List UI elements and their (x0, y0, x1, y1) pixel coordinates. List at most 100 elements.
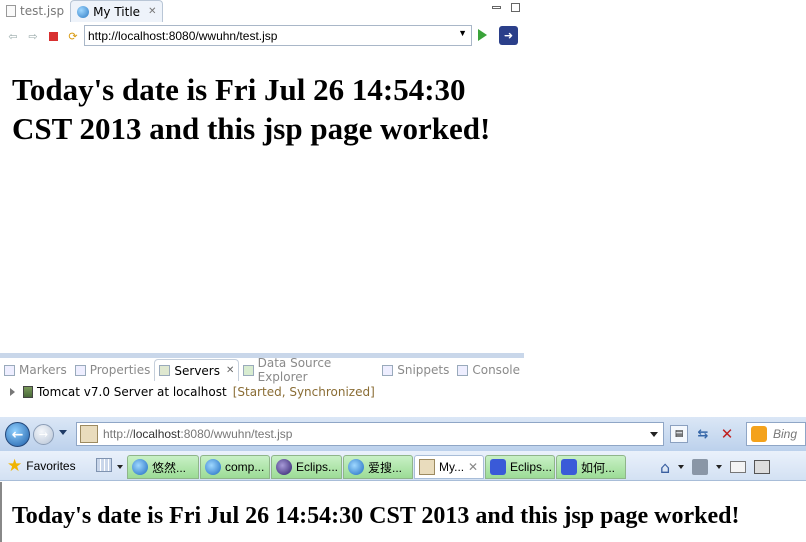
ie-tab-label: 如何... (581, 460, 616, 475)
back-button[interactable]: ← (5, 422, 30, 447)
bing-icon (751, 426, 767, 442)
page-favicon-icon (419, 459, 435, 475)
tab-data-source-explorer[interactable]: Data Source Explorer (239, 356, 378, 384)
ie-tab[interactable]: Eclips... (271, 455, 342, 479)
jsp-file-icon (6, 5, 16, 17)
forward-arrow-icon[interactable]: ⇨ (26, 29, 40, 43)
ie-command-bar: ⌂ (660, 457, 771, 477)
minimize-icon[interactable] (492, 6, 501, 9)
markers-icon (4, 364, 15, 376)
console-icon (457, 364, 469, 376)
stop-icon[interactable] (46, 29, 60, 43)
forward-button[interactable]: → (33, 424, 54, 445)
globe-icon (77, 5, 90, 18)
page-body-text: Today's date is Fri Jul 26 14:54:30 CST … (12, 503, 740, 529)
feeds-dropdown-icon[interactable] (716, 465, 723, 469)
ie-tab-label: My... (439, 460, 465, 474)
server-name: Tomcat v7.0 Server at localhost (37, 385, 227, 399)
tab-console[interactable]: Console (453, 359, 524, 381)
read-mail-icon[interactable] (730, 461, 747, 473)
open-external-browser-icon[interactable]: ➜ (499, 26, 518, 45)
tab-label: Data Source Explorer (257, 356, 332, 384)
favorites-label: Favorites (26, 459, 76, 473)
ie-page-icon (132, 459, 148, 475)
editor-tab-label: My Title (93, 4, 141, 19)
stop-icon[interactable]: ✕ (718, 425, 736, 443)
tab-label: Servers (174, 363, 220, 378)
quick-tabs-icon[interactable] (96, 458, 112, 472)
feeds-icon[interactable] (692, 459, 709, 475)
page-favicon-icon (80, 425, 98, 443)
star-icon: ★ (7, 456, 23, 475)
eclipse-icon (276, 459, 292, 475)
home-dropdown-icon[interactable] (678, 465, 685, 469)
url-rest: :8080/wwuhn/test.jsp (180, 427, 293, 441)
compatibility-view-icon[interactable]: ▤ (670, 425, 688, 443)
editor-tab-bar: test.jsp My Title ✕ (0, 0, 524, 22)
refresh-icon[interactable]: ⟳ (66, 29, 80, 43)
maximize-icon[interactable] (511, 3, 520, 12)
url-text: http://localhost:8080/wwuhn/test.jsp (88, 28, 278, 43)
properties-icon (74, 364, 86, 376)
home-icon[interactable]: ⌂ (660, 458, 670, 477)
go-icon[interactable] (478, 29, 487, 41)
editor-tab-label: test.jsp (20, 4, 65, 18)
tab-label: Snippets (397, 363, 450, 377)
ie-tab[interactable]: 爱搜... (343, 455, 413, 479)
ie-tab[interactable]: comp... (200, 455, 270, 479)
ie-tab-active[interactable]: My... ✕ (414, 455, 484, 479)
close-tab-icon[interactable]: ✕ (226, 365, 234, 376)
close-tab-icon[interactable]: ✕ (148, 6, 156, 17)
url-host: localhost (133, 427, 181, 441)
chevron-down-icon[interactable]: ▼ (458, 28, 467, 38)
close-tab-icon[interactable]: ✕ (468, 460, 478, 474)
page-body-text: Today's date is Fri Jul 26 14:54:30 CST … (12, 72, 491, 146)
ie-tab-label: 爱搜... (368, 460, 403, 475)
ie-browser-window: ← → http://localhost:8080/wwuhn/test.jsp… (0, 417, 806, 542)
servers-icon (159, 365, 171, 376)
ie-tab-label: Eclips... (296, 460, 339, 474)
print-icon[interactable] (754, 460, 771, 474)
tab-label: Properties (89, 363, 151, 377)
server-status: [Started, Synchronized] (232, 385, 375, 399)
tab-list-dropdown-icon[interactable] (117, 465, 123, 469)
ie-tab-label: comp... (225, 460, 265, 474)
url-input[interactable]: http://localhost:8080/wwuhn/test.jsp ▼ (84, 25, 472, 46)
back-arrow-icon[interactable]: ⇦ (6, 29, 20, 43)
search-placeholder: Bing (773, 427, 798, 441)
tab-snippets[interactable]: Snippets (378, 359, 453, 381)
ie-tab[interactable]: 悠然... (127, 455, 199, 479)
tab-properties[interactable]: Properties (71, 359, 155, 381)
ie-address-bar: ← → http://localhost:8080/wwuhn/test.jsp… (0, 417, 806, 451)
data-source-icon (243, 364, 254, 376)
editor-tab-test-jsp[interactable]: test.jsp (0, 0, 70, 22)
snippets-icon (382, 364, 394, 376)
tab-servers[interactable]: Servers ✕ (154, 359, 240, 381)
expand-arrow-icon[interactable] (10, 388, 15, 396)
views-tab-bar: Markers Properties Servers ✕ Data Source… (0, 356, 524, 384)
ie-tab[interactable]: 如何... (556, 455, 626, 479)
url-prefix: http:// (103, 427, 134, 441)
chevron-down-icon[interactable] (650, 432, 658, 437)
views-panel: Markers Properties Servers ✕ Data Source… (0, 353, 524, 411)
tab-label: Markers (19, 363, 67, 377)
search-input[interactable]: Bing (746, 422, 806, 446)
server-tree-item[interactable]: Tomcat v7.0 Server at localhost [Started… (0, 381, 524, 403)
ie-tab[interactable]: Eclips... (485, 455, 555, 479)
tab-label: Console (472, 363, 520, 377)
ie-page-icon (348, 459, 364, 475)
ie-tab-bar: ★ Favorites 悠然... comp... Eclips... 爱搜..… (0, 451, 806, 481)
ie-page-icon (205, 459, 221, 475)
refresh-icon[interactable]: ⇆ (694, 425, 712, 443)
editor-tab-my-title[interactable]: My Title ✕ (70, 0, 164, 22)
view-window-controls (492, 3, 520, 12)
tab-markers[interactable]: Markers (0, 359, 71, 381)
eclipse-browser-editor: test.jsp My Title ✕ ⇦ ⇨ ⟳ http://localho… (0, 0, 524, 355)
browser-nav-bar: ⇦ ⇨ ⟳ http://localhost:8080/wwuhn/test.j… (0, 23, 524, 49)
baidu-paw-icon (561, 459, 577, 475)
ie-url-input[interactable]: http://localhost:8080/wwuhn/test.jsp (76, 422, 664, 446)
recent-pages-dropdown-icon[interactable] (59, 430, 67, 435)
ie-page-content: Today's date is Fri Jul 26 14:54:30 CST … (0, 482, 806, 542)
server-icon (23, 386, 33, 398)
favorites-button[interactable]: ★ Favorites (7, 455, 76, 477)
